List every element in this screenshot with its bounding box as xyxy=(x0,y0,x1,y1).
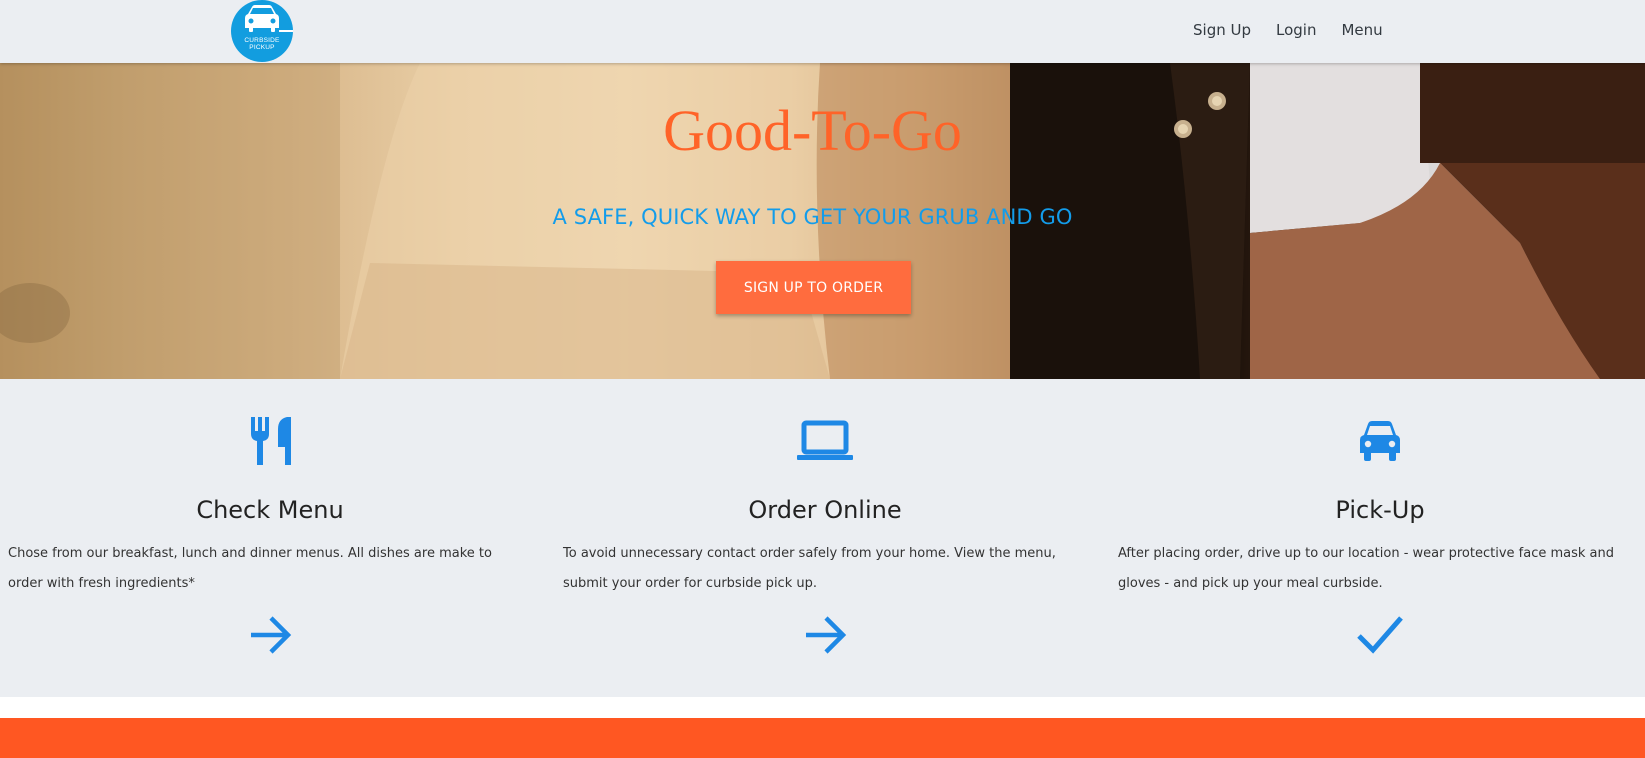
nav-menu-link[interactable]: Menu xyxy=(1341,21,1382,39)
feature-title: Order Online xyxy=(748,496,902,524)
car-logo-icon xyxy=(245,5,293,32)
feature-order-online: Order Online To avoid unnecessary contac… xyxy=(555,379,1095,697)
nav-login-link[interactable]: Login xyxy=(1276,21,1316,39)
top-navbar: CURBSIDE PICKUP Sign Up Login Menu xyxy=(0,0,1645,63)
feature-title: Pick-Up xyxy=(1335,496,1425,524)
footer-orange-bar xyxy=(0,718,1645,758)
sign-up-to-order-button[interactable]: SIGN UP TO ORDER xyxy=(716,261,911,314)
features-section: Check Menu Chose from our breakfast, lun… xyxy=(0,379,1645,697)
nav-links: Sign Up Login Menu xyxy=(1193,21,1408,39)
curbside-pickup-logo[interactable]: CURBSIDE PICKUP xyxy=(231,0,293,62)
arrow-right-icon[interactable] xyxy=(247,612,293,658)
nav-sign-up-link[interactable]: Sign Up xyxy=(1193,21,1251,39)
checkmark-icon[interactable] xyxy=(1355,612,1405,658)
laptop-icon xyxy=(797,420,853,460)
feature-title: Check Menu xyxy=(196,496,344,524)
feature-description: After placing order, drive up to our loc… xyxy=(1118,546,1614,591)
fork-knife-icon xyxy=(251,417,291,465)
logo-text: CURBSIDE PICKUP xyxy=(244,37,280,51)
car-icon xyxy=(1360,421,1400,461)
feature-pick-up: Pick-Up After placing order, drive up to… xyxy=(1110,379,1645,697)
hero-banner: Good-To-Go A SAFE, QUICK WAY TO GET YOUR… xyxy=(0,63,1645,379)
hero-title: Good-To-Go xyxy=(663,98,962,163)
feature-check-menu: Check Menu Chose from our breakfast, lun… xyxy=(0,379,540,697)
hero-subtitle: A SAFE, QUICK WAY TO GET YOUR GRUB AND G… xyxy=(552,205,1073,229)
feature-description: Chose from our breakfast, lunch and dinn… xyxy=(8,546,492,591)
feature-description: To avoid unnecessary contact order safel… xyxy=(563,546,1056,591)
arrow-right-icon[interactable] xyxy=(802,612,848,658)
